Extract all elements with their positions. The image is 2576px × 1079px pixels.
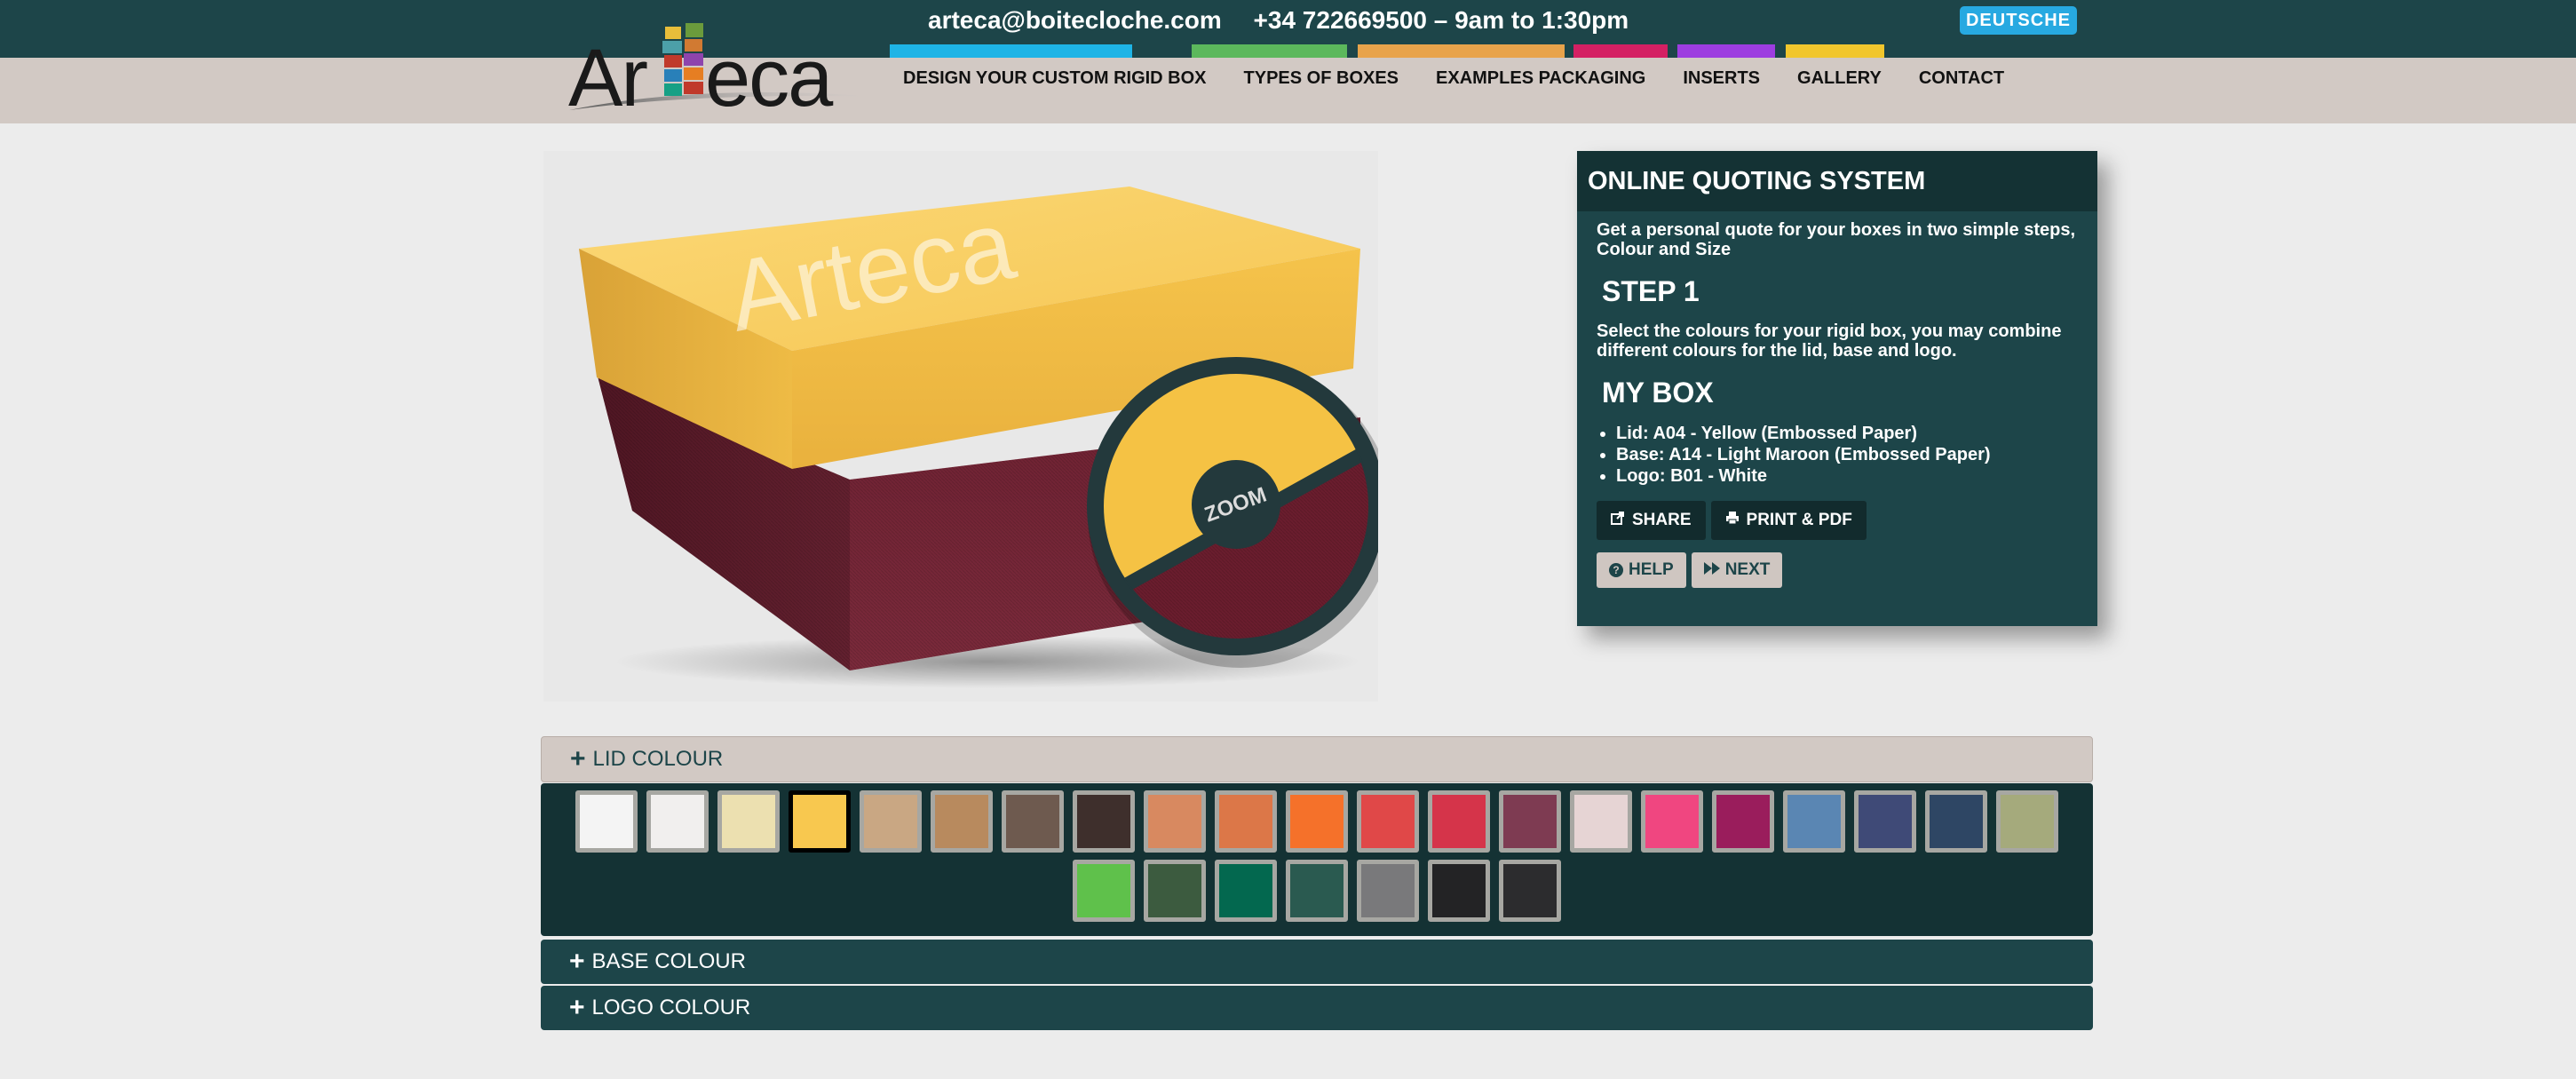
color-swatch[interactable]	[1286, 860, 1348, 922]
mybox-list: Lid: A04 - Yellow (Embossed Paper) Base:…	[1597, 423, 2078, 487]
logo-colour-label: LOGO COLOUR	[591, 996, 751, 1019]
main-nav: DESIGN YOUR CUSTOM RIGID BOX TYPES OF BO…	[903, 58, 2041, 99]
color-swatch[interactable]	[1570, 790, 1632, 853]
color-swatch[interactable]	[717, 790, 780, 853]
nav-item-design[interactable]: DESIGN YOUR CUSTOM RIGID BOX	[903, 58, 1207, 99]
nav-item-contact[interactable]: CONTACT	[1919, 58, 2004, 99]
color-swatch[interactable]	[789, 790, 851, 853]
lid-colour-label: LID COLOUR	[592, 747, 724, 771]
color-swatch[interactable]	[575, 790, 638, 853]
nav-item-inserts[interactable]: INSERTS	[1683, 58, 1760, 99]
contact-line: arteca@boitecloche.com +34 722669500 – 9…	[928, 5, 1629, 36]
color-swatch[interactable]	[1002, 790, 1064, 853]
share-label: SHARE	[1632, 511, 1692, 529]
color-strip	[1573, 44, 1668, 58]
color-strips	[0, 44, 2576, 58]
mybox-heading: MY BOX	[1602, 377, 1714, 409]
color-swatch[interactable]	[1073, 860, 1135, 922]
print-pdf-button[interactable]: PRINT & PDF	[1710, 501, 1867, 540]
svg-text:Ar: Ar	[568, 33, 647, 119]
next-label: NEXT	[1724, 560, 1771, 579]
logo-colour-accordion[interactable]: + LOGO COLOUR	[541, 986, 2093, 1030]
quote-title: ONLINE QUOTING SYSTEM	[1577, 151, 2097, 211]
color-swatch[interactable]	[1357, 860, 1419, 922]
help-button[interactable]: ? HELP	[1597, 552, 1686, 588]
swatch-row	[541, 790, 2093, 853]
color-strip	[1786, 44, 1884, 58]
box-render: Arteca ZOOM	[579, 186, 1393, 688]
plus-icon: +	[570, 744, 586, 774]
nav-item-examples[interactable]: EXAMPLES PACKAGING	[1436, 58, 1645, 99]
swatch-row	[541, 860, 2093, 922]
share-button[interactable]: SHARE	[1597, 501, 1706, 540]
share-icon	[1611, 501, 1625, 540]
svg-text:eca: eca	[705, 33, 834, 119]
color-swatch[interactable]	[1783, 790, 1845, 853]
mybox-base: Base: A14 - Light Maroon (Embossed Paper…	[1616, 444, 2078, 465]
fast-forward-icon	[1703, 552, 1720, 588]
arteca-logo[interactable]: Ar eca	[565, 21, 884, 119]
color-swatch[interactable]	[1925, 790, 1987, 853]
plus-icon: +	[569, 947, 585, 976]
color-swatch[interactable]	[1144, 860, 1206, 922]
mybox-lid: Lid: A04 - Yellow (Embossed Paper)	[1616, 423, 2078, 444]
color-swatch[interactable]	[1286, 790, 1348, 853]
base-colour-label: BASE COLOUR	[591, 949, 746, 973]
color-swatch[interactable]	[1357, 790, 1419, 853]
contact-phone: +34 722669500 – 9am to 1:30pm	[1253, 6, 1629, 34]
question-icon: ?	[1609, 563, 1623, 577]
color-swatch[interactable]	[1215, 860, 1277, 922]
color-swatch[interactable]	[646, 790, 709, 853]
step-text: Select the colours for your rigid box, y…	[1597, 321, 2062, 361]
color-swatch[interactable]	[1428, 860, 1490, 922]
color-swatch[interactable]	[1854, 790, 1916, 853]
color-swatch[interactable]	[1499, 790, 1561, 853]
contact-email-link[interactable]: arteca@boitecloche.com	[928, 6, 1222, 34]
product-preview: Arteca ZOOM	[543, 151, 1393, 702]
help-label: HELP	[1629, 560, 1674, 579]
color-swatch[interactable]	[860, 790, 922, 853]
color-swatch[interactable]	[1215, 790, 1277, 853]
language-button[interactable]: DEUTSCHE	[1960, 6, 2077, 35]
color-swatch[interactable]	[1712, 790, 1774, 853]
plus-icon: +	[569, 993, 585, 1022]
color-swatch[interactable]	[1144, 790, 1206, 853]
color-strip	[1677, 44, 1775, 58]
color-swatch[interactable]	[931, 790, 993, 853]
quote-intro: Get a personal quote for your boxes in t…	[1597, 220, 2075, 259]
lid-colour-accordion[interactable]: + LID COLOUR	[541, 736, 2093, 782]
nav-item-gallery[interactable]: GALLERY	[1797, 58, 1882, 99]
base-colour-accordion[interactable]: + BASE COLOUR	[541, 940, 2093, 984]
color-strip	[890, 44, 1132, 58]
nav-item-types[interactable]: TYPES OF BOXES	[1244, 58, 1399, 99]
step-heading: STEP 1	[1602, 275, 1700, 307]
top-bar: arteca@boitecloche.com +34 722669500 – 9…	[0, 0, 2576, 58]
color-swatch[interactable]	[1073, 790, 1135, 853]
mybox-logo: Logo: B01 - White	[1616, 465, 2078, 487]
color-swatch[interactable]	[1996, 790, 2058, 853]
color-swatch[interactable]	[1499, 860, 1561, 922]
print-icon	[1725, 501, 1740, 540]
color-strip	[1192, 44, 1347, 58]
next-button[interactable]: NEXT	[1691, 552, 1783, 588]
lid-swatch-panel	[541, 783, 2093, 936]
color-swatch[interactable]	[1641, 790, 1703, 853]
quote-panel: ONLINE QUOTING SYSTEM Get a personal quo…	[1577, 151, 2097, 626]
color-swatch[interactable]	[1428, 790, 1490, 853]
print-label: PRINT & PDF	[1746, 511, 1852, 529]
color-strip	[1358, 44, 1565, 58]
